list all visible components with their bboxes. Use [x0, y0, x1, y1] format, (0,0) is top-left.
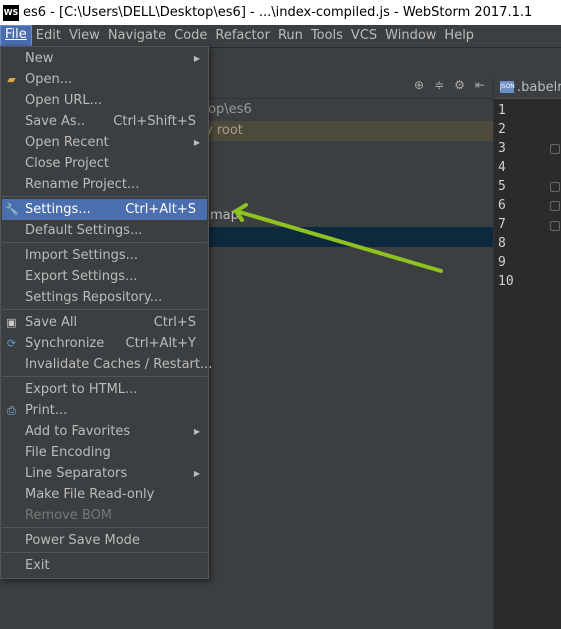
- menu-item-settings[interactable]: 🔧 Settings... Ctrl+Alt+S: [2, 199, 207, 220]
- line-number: 1: [498, 103, 506, 118]
- line-number: 3: [498, 141, 506, 156]
- menu-item-rename-project[interactable]: Rename Project...: [2, 174, 207, 195]
- menu-window[interactable]: Window: [381, 26, 440, 46]
- menu-separator: [2, 527, 207, 528]
- file-menu-dropdown: New ▶ ▰ Open... Open URL... Save As.. Ctrl…: [0, 46, 212, 579]
- menu-item-import-settings[interactable]: Import Settings...: [2, 245, 207, 266]
- menu-refactor[interactable]: Refactor: [211, 26, 274, 46]
- gear-icon[interactable]: ⚙: [454, 78, 465, 92]
- menu-item-invalidate-caches[interactable]: Invalidate Caches / Restart...: [2, 354, 212, 375]
- menu-navigate[interactable]: Navigate: [104, 26, 170, 46]
- submenu-arrow-icon: ▶: [193, 54, 200, 63]
- line-number: 8: [498, 236, 506, 251]
- line-number: 5: [498, 179, 506, 194]
- editor-tab-babelrc[interactable]: JSON .babelrc: [494, 76, 561, 99]
- menu-item-synchronize[interactable]: ⟳ Synchronize Ctrl+Alt+Y: [2, 333, 207, 354]
- line-number: 4: [498, 160, 506, 175]
- menu-edit[interactable]: Edit: [32, 26, 65, 46]
- line-number: 6: [498, 198, 506, 213]
- menu-item-add-to-favorites[interactable]: Add to Favorites ▶: [2, 421, 207, 442]
- hide-panel-icon[interactable]: ⇤: [475, 78, 485, 92]
- save-icon: ▣: [6, 316, 17, 329]
- menu-separator: [2, 242, 207, 243]
- menu-tools[interactable]: Tools: [307, 26, 347, 46]
- menu-separator: [2, 376, 207, 377]
- wrench-icon: 🔧: [5, 203, 19, 216]
- menu-separator: [2, 552, 207, 553]
- submenu-arrow-icon: ▶: [193, 427, 200, 436]
- menu-item-save-as[interactable]: Save As.. Ctrl+Shift+S: [2, 111, 207, 132]
- editor-tab-label: .babelrc: [517, 79, 561, 95]
- menu-item-export-html[interactable]: Export to HTML...: [2, 379, 207, 400]
- fold-marker-icon[interactable]: [550, 221, 560, 231]
- line-number: 2: [498, 122, 506, 137]
- menu-help[interactable]: Help: [440, 26, 478, 46]
- menu-separator: [2, 309, 207, 310]
- menu-item-exit[interactable]: Exit: [2, 555, 207, 576]
- menu-item-default-settings[interactable]: Default Settings...: [2, 220, 207, 241]
- menu-item-export-settings[interactable]: Export Settings...: [2, 266, 207, 287]
- folder-icon: ▰: [7, 73, 16, 86]
- menu-item-new[interactable]: New ▶: [2, 48, 207, 69]
- menu-item-make-read-only[interactable]: Make File Read-only: [2, 484, 207, 505]
- menu-item-power-save-mode[interactable]: Power Save Mode: [2, 530, 207, 551]
- menu-item-close-project[interactable]: Close Project: [2, 153, 207, 174]
- submenu-arrow-icon: ▶: [193, 138, 200, 147]
- submenu-arrow-icon: ▶: [193, 469, 200, 478]
- menu-separator: [2, 196, 207, 197]
- webstorm-logo-icon: WS: [3, 4, 19, 21]
- fold-marker-icon[interactable]: [550, 144, 560, 154]
- collapse-all-icon[interactable]: ≑: [434, 78, 444, 92]
- fold-marker-icon[interactable]: [550, 182, 560, 192]
- menu-item-print[interactable]: ⎙ Print...: [2, 400, 207, 421]
- menu-item-remove-bom: Remove BOM: [25, 508, 113, 523]
- menu-item-open[interactable]: ▰ Open...: [2, 69, 207, 90]
- menu-bar: File Edit View Navigate Code Refactor Ru…: [0, 25, 561, 48]
- menu-item-save-all[interactable]: ▣ Save All Ctrl+S: [2, 312, 207, 333]
- menu-item-open-recent[interactable]: Open Recent ▶: [2, 132, 207, 153]
- menu-code[interactable]: Code: [170, 26, 211, 46]
- fold-marker-icon[interactable]: [550, 201, 560, 211]
- printer-icon: ⎙: [7, 404, 16, 417]
- editor-area: JSON .babelrc 1 2 3 4 5 6 7 8 9 10: [493, 76, 561, 629]
- menu-file[interactable]: File: [0, 25, 32, 47]
- menu-run[interactable]: Run: [274, 26, 307, 46]
- menu-item-open-url[interactable]: Open URL...: [2, 90, 207, 111]
- menu-vcs[interactable]: VCS: [347, 26, 381, 46]
- menu-item-settings-repository[interactable]: Settings Repository...: [2, 287, 207, 308]
- scroll-from-source-icon[interactable]: ⊕: [414, 78, 424, 92]
- menu-item-file-encoding[interactable]: File Encoding: [2, 442, 207, 463]
- window-title: es6 - [C:\Users\DELL\Desktop\es6] - ...\…: [23, 5, 533, 20]
- menu-view[interactable]: View: [65, 26, 104, 46]
- line-number: 10: [498, 274, 514, 289]
- line-number: 9: [498, 255, 506, 270]
- menu-item-line-separators[interactable]: Line Separators ▶: [2, 463, 207, 484]
- title-bar: WS es6 - [C:\Users\DELL\Desktop\es6] - .…: [0, 0, 561, 25]
- json-file-icon: JSON: [500, 81, 515, 93]
- sync-icon: ⟳: [6, 337, 17, 350]
- line-number: 7: [498, 217, 506, 232]
